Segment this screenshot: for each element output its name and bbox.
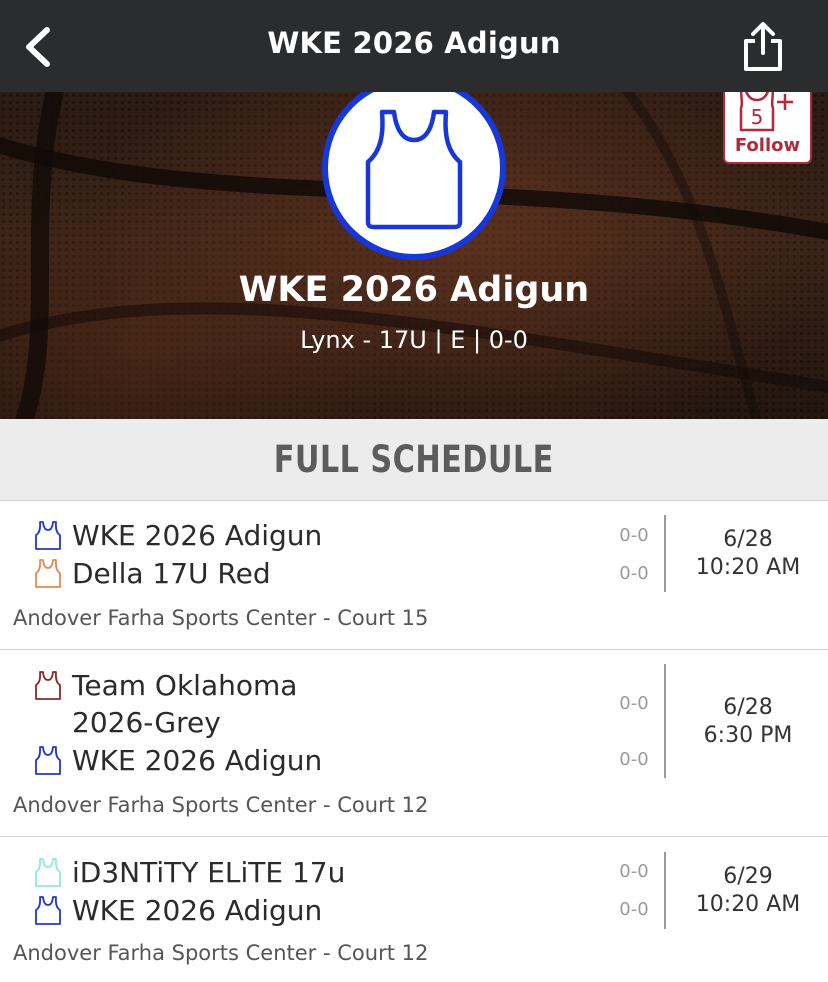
game-venue: Andover Farha Sports Center - Court 12 xyxy=(13,941,429,965)
team-row: Team Oklahoma 2026-Grey xyxy=(34,667,332,741)
team-score: 0-0 xyxy=(619,693,649,714)
full-schedule-header: FULL SCHEDULE xyxy=(0,419,828,501)
jersey-icon xyxy=(35,671,61,700)
section-title: FULL SCHEDULE xyxy=(273,438,555,481)
team-hero-banner: 5 Follow WKE 2026 Adigun Lynx - 17U | E … xyxy=(0,92,828,419)
game-card[interactable]: Team Oklahoma 2026-Grey 0-0 WKE 2026 Adi… xyxy=(0,650,828,837)
team-score: 0-0 xyxy=(619,899,649,920)
game-time: 10:20 AM xyxy=(695,555,801,580)
jersey-icon xyxy=(35,559,61,588)
game-datetime: 6/29 10:20 AM xyxy=(668,863,828,919)
team-name: WKE 2026 Adigun xyxy=(72,744,323,777)
jersey-icon xyxy=(35,746,61,775)
column-divider xyxy=(664,664,666,778)
game-card[interactable]: WKE 2026 Adigun 0-0 Della 17U Red 0-0 6/… xyxy=(0,501,828,650)
jersey-icon xyxy=(365,109,463,230)
game-date: 6/28 xyxy=(723,695,773,720)
column-divider xyxy=(664,515,666,592)
team-row: Della 17U Red xyxy=(34,555,552,592)
game-venue: Andover Farha Sports Center - Court 15 xyxy=(13,606,429,630)
game-card[interactable]: iD3NTiTY ELiTE 17u 0-0 WKE 2026 Adigun 0… xyxy=(0,837,828,982)
team-score: 0-0 xyxy=(619,563,649,584)
top-nav-bar: WKE 2026 Adigun xyxy=(0,0,828,92)
team-row: WKE 2026 Adigun xyxy=(34,517,552,554)
game-time: 6:30 PM xyxy=(703,723,793,748)
team-name: WKE 2026 Adigun xyxy=(72,519,323,552)
game-date: 6/28 xyxy=(723,527,773,552)
follow-button[interactable]: 5 Follow xyxy=(723,92,812,164)
follow-jersey-plus-icon: 5 xyxy=(739,92,793,132)
team-subtitle: Lynx - 17U | E | 0-0 xyxy=(300,326,528,354)
team-name-heading: WKE 2026 Adigun xyxy=(238,270,590,310)
share-button[interactable] xyxy=(736,18,790,76)
jersey-icon xyxy=(35,858,61,887)
team-name: Team Oklahoma 2026-Grey xyxy=(72,669,298,739)
team-score: 0-0 xyxy=(619,861,649,882)
game-datetime: 6/28 6:30 PM xyxy=(668,694,828,750)
team-name: WKE 2026 Adigun xyxy=(72,894,323,927)
team-name: iD3NTiTY ELiTE 17u xyxy=(72,856,346,889)
game-datetime: 6/28 10:20 AM xyxy=(668,526,828,582)
jersey-icon xyxy=(35,521,61,550)
jersey-icon xyxy=(35,896,61,925)
team-score: 0-0 xyxy=(619,525,649,546)
team-row: WKE 2026 Adigun xyxy=(34,742,552,779)
follow-badge-number: 5 xyxy=(751,105,764,129)
page-title: WKE 2026 Adigun xyxy=(267,26,561,60)
share-icon xyxy=(744,22,782,71)
column-divider xyxy=(664,852,666,929)
team-row: WKE 2026 Adigun xyxy=(34,892,552,929)
team-score: 0-0 xyxy=(619,749,649,770)
game-venue: Andover Farha Sports Center - Court 12 xyxy=(13,793,429,817)
game-time: 10:20 AM xyxy=(695,892,801,917)
team-row: iD3NTiTY ELiTE 17u xyxy=(34,854,552,891)
game-date: 6/29 xyxy=(723,864,773,889)
team-name: Della 17U Red xyxy=(72,557,271,590)
follow-label: Follow xyxy=(734,135,801,156)
